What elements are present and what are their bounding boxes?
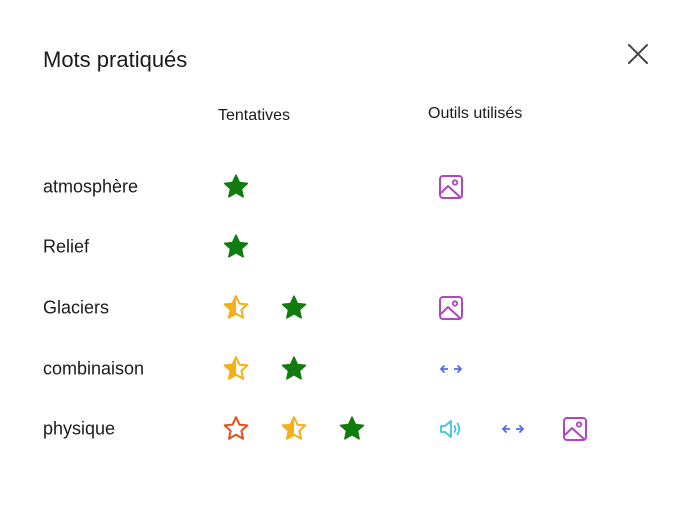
star-full-icon: [221, 232, 251, 262]
star-empty-icon: [221, 414, 251, 444]
word-row: combinaison: [0, 349, 692, 389]
syllables-icon: [436, 354, 466, 384]
star-full-icon: [337, 414, 367, 444]
picture-dictionary-icon: [436, 172, 466, 202]
picture-dictionary-icon: [436, 293, 466, 323]
practiced-words-dialog: Mots pratiqués Tentatives Outils utilisé…: [0, 0, 692, 515]
attempts-column-header: Tentatives: [218, 107, 291, 124]
picture-dictionary-icon: [560, 414, 590, 444]
star-partial-icon: [221, 293, 251, 323]
dialog-title: Mots pratiqués: [43, 47, 188, 72]
star-partial-icon: [221, 354, 251, 384]
syllables-icon: [498, 414, 528, 444]
word-row: atmosphère: [0, 167, 692, 207]
word-label: atmosphère: [43, 176, 139, 197]
word-row: physique: [0, 409, 692, 449]
word-label: physique: [43, 418, 116, 439]
word-label: Glaciers: [43, 297, 110, 318]
star-full-icon: [279, 354, 309, 384]
read-aloud-icon: [436, 414, 466, 444]
word-label: Relief: [43, 236, 90, 257]
star-full-icon: [221, 172, 251, 202]
close-icon: [628, 44, 648, 64]
star-full-icon: [279, 293, 309, 323]
tools-column-header: Outils utilisés: [428, 105, 523, 122]
close-button[interactable]: [624, 40, 652, 68]
word-row: Relief: [0, 227, 692, 267]
word-row: Glaciers: [0, 288, 692, 328]
star-partial-icon: [279, 414, 309, 444]
word-label: combinaison: [43, 358, 145, 379]
